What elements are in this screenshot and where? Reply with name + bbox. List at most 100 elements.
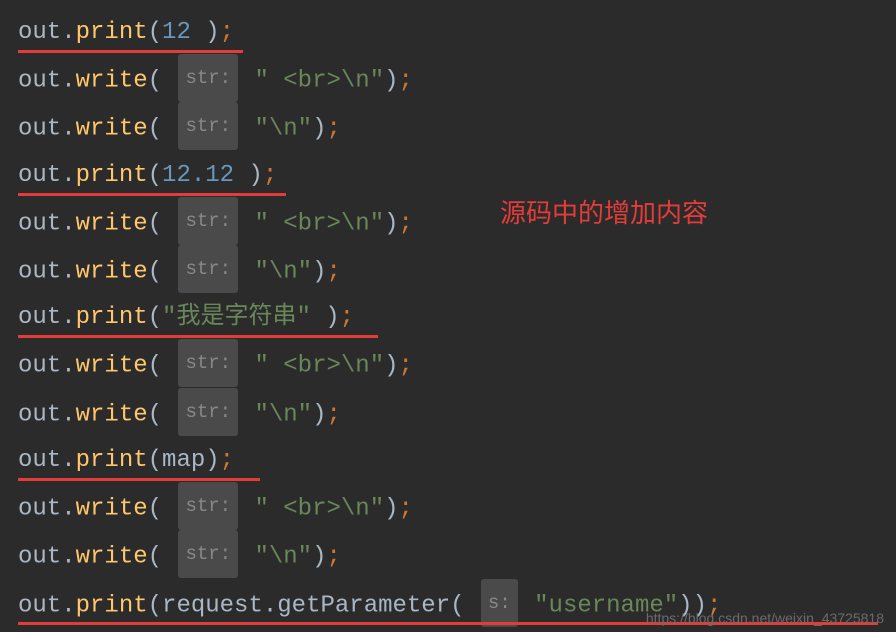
code-line: out.write( str: " <br>\n"); [18,199,878,247]
token-open: ( [450,592,464,619]
token-semi: ; [399,67,413,94]
token-dot: . [61,162,75,189]
token-close: ) [325,304,339,331]
param-hint: str: [178,339,238,387]
param-hint: str: [178,197,238,245]
token-semi: ; [220,19,234,46]
space [240,116,254,143]
space [162,353,176,380]
space [162,495,176,522]
token-dot: . [61,116,75,143]
token-out: out [18,19,61,46]
token-out: out [18,401,61,428]
token-write: write [76,495,148,522]
token-close: ) [312,116,326,143]
token-semi: ; [399,210,413,237]
space [162,210,176,237]
token-number: 12.12 [162,162,234,189]
token-open: ( [148,258,162,285]
token-open: ( [148,544,162,571]
token-print: print [76,19,148,46]
space [240,258,254,285]
token-close: ) [205,447,219,474]
token-dot: . [61,353,75,380]
space [240,353,254,380]
token-semi: ; [220,447,234,474]
token-dot: . [61,19,75,46]
token-out: out [18,447,61,474]
token-string: "\n" [254,258,312,285]
param-hint: str: [178,530,238,578]
token-semi: ; [340,304,354,331]
token-write: write [76,258,148,285]
token-string: "\n" [254,544,312,571]
space [240,544,254,571]
code-line: out.print(12 ); [18,10,878,56]
underline-red [18,478,260,481]
code-line: out.write( str: " <br>\n"); [18,341,878,389]
underline-red [18,335,378,338]
token-out: out [18,67,61,94]
token-semi: ; [326,258,340,285]
token-print: print [76,162,148,189]
space [162,258,176,285]
token-out: out [18,495,61,522]
token-dot: . [61,258,75,285]
space [162,401,176,428]
param-hint: s: [481,579,518,627]
space [311,304,325,331]
space [162,116,176,143]
token-write: write [76,401,148,428]
token-dot: . [61,401,75,428]
token-string: " <br>\n" [254,210,384,237]
token-string: "\n" [254,401,312,428]
token-open: ( [148,116,162,143]
token-dot: . [61,210,75,237]
token-semi: ; [326,116,340,143]
space [191,19,205,46]
token-string: " <br>\n" [254,353,384,380]
code-line: out.write( str: "\n"); [18,247,878,295]
token-print: print [76,304,148,331]
token-out: out [18,544,61,571]
underline-red [18,193,286,196]
token-dot: . [61,67,75,94]
token-open: ( [148,162,162,189]
token-write: write [76,353,148,380]
code-line: out.write( str: " <br>\n"); [18,56,878,104]
token-dot: . [61,495,75,522]
token-semi: ; [326,544,340,571]
param-hint: str: [178,245,238,293]
token-open: ( [148,304,162,331]
param-hint: str: [178,388,238,436]
token-dot: . [61,447,75,474]
space [240,401,254,428]
code-line: out.write( str: "\n"); [18,390,878,438]
token-close: ) [312,544,326,571]
token-out: out [18,304,61,331]
token-open: ( [148,210,162,237]
token-print: print [76,592,148,619]
token-dot: . [263,592,277,619]
token-out: out [18,353,61,380]
space [520,592,534,619]
space [465,592,479,619]
space [234,162,248,189]
code-line: out.print(map); [18,438,878,484]
token-open: ( [148,495,162,522]
token-close: ) [248,162,262,189]
token-open: ( [148,401,162,428]
param-hint: str: [178,482,238,530]
token-dot: . [61,544,75,571]
token-string: " <br>\n" [254,67,384,94]
token-print: print [76,447,148,474]
token-semi: ; [399,353,413,380]
code-line: out.write( str: " <br>\n"); [18,484,878,532]
token-out: out [18,162,61,189]
token-open: ( [148,67,162,94]
token-semi: ; [399,495,413,522]
token-string: " <br>\n" [254,495,384,522]
param-hint: str: [178,102,238,150]
space [240,210,254,237]
token-string: "\n" [254,116,312,143]
